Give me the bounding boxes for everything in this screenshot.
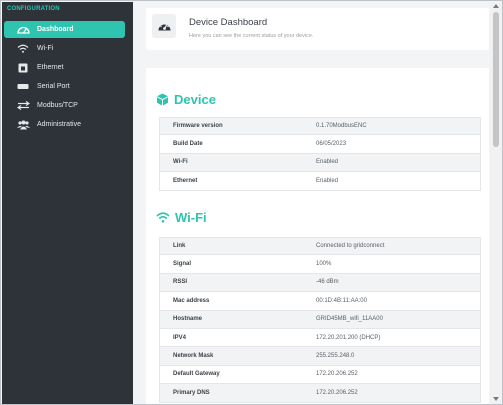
row-key: Hostname — [173, 316, 203, 323]
users-icon — [16, 120, 30, 130]
sidebar-item-wifi[interactable]: Wi-Fi — [4, 40, 125, 57]
table-row: Hostname GRID45MB_wifi_11AA00 — [159, 310, 481, 329]
row-key: Firmware version — [173, 123, 223, 130]
row-key: IPV4 — [173, 334, 187, 341]
row-key: Default Gateway — [173, 371, 220, 378]
table-row: Signal 100% — [159, 255, 481, 274]
device-section-title: Device — [156, 92, 216, 107]
dashboard-icon — [16, 25, 30, 35]
scroll-thumb[interactable] — [493, 12, 499, 147]
row-key: Ethernet — [173, 177, 198, 184]
sidebar-heading: CONFIGURATION — [7, 6, 60, 12]
table-row: Default Gateway 172.20.206.252 — [159, 365, 481, 385]
row-value: 255.255.248.0 — [316, 353, 355, 360]
page-subtitle: Here you can see the current status of y… — [189, 33, 314, 39]
speedometer-icon — [152, 14, 176, 38]
vertical-scrollbar[interactable] — [490, 2, 502, 404]
app-window: CONFIGURATION Dashboard Wi-Fi Ethernet S… — [0, 0, 503, 405]
table-row: Ethernet Enabled — [159, 172, 481, 191]
table-row: RSSI -46 dBm — [159, 273, 481, 293]
sidebar-item-ethernet[interactable]: Ethernet — [4, 59, 125, 76]
row-value: 100% — [316, 261, 332, 268]
sidebar-item-label: Ethernet — [37, 64, 64, 71]
sidebar-item-serial-port[interactable]: Serial Port — [4, 78, 125, 95]
ethernet-icon — [16, 63, 30, 73]
sidebar-item-label: Dashboard — [37, 26, 74, 33]
page-header: Device Dashboard Here you can see the cu… — [146, 8, 489, 50]
modbus-arrows-icon — [16, 101, 30, 111]
wifi-icon — [156, 212, 170, 223]
table-row: Mac address 00:1D:4B:11:AA:00 — [159, 292, 481, 311]
table-row: Firmware version 0.1.70ModbusENC — [159, 117, 481, 136]
sidebar-item-modbus-tcp[interactable]: Modbus/TCP — [4, 97, 125, 114]
row-key: Network Mask — [173, 353, 214, 360]
table-row: Primary DNS 172.20.206.252 — [159, 384, 481, 403]
row-key: Wi-Fi — [173, 159, 188, 166]
sidebar-item-dashboard[interactable]: Dashboard — [4, 21, 125, 38]
wifi-info-table: Link Connected to gridconnect Signal 100… — [159, 237, 481, 403]
row-value: -46 dBm — [316, 279, 339, 286]
row-value: Connected to gridconnect — [316, 243, 385, 250]
row-value: 00:1D:4B:11:AA:00 — [316, 297, 367, 304]
row-key: Primary DNS — [173, 389, 210, 396]
row-key: Mac address — [173, 297, 210, 304]
serial-port-icon — [16, 82, 30, 92]
row-key: RSSI — [173, 279, 188, 286]
row-value: 06/05/2023 — [316, 141, 347, 148]
row-value: 172.20.201.200 (DHCP) — [316, 334, 381, 341]
row-value: GRID45MB_wifi_11AA00 — [316, 316, 383, 323]
row-key: Link — [173, 243, 186, 250]
sidebar: CONFIGURATION Dashboard Wi-Fi Ethernet S… — [2, 2, 133, 404]
scroll-down-arrow-icon[interactable] — [493, 397, 499, 401]
row-value: Enabled — [316, 159, 339, 166]
sidebar-item-label: Modbus/TCP — [37, 102, 78, 109]
table-row: Wi-Fi Enabled — [159, 153, 481, 173]
table-row: Build Date 06/05/2023 — [159, 135, 481, 154]
page-title: Device Dashboard — [189, 17, 268, 28]
device-info-table: Firmware version 0.1.70ModbusENC Build D… — [159, 117, 481, 191]
wifi-icon — [16, 44, 30, 54]
sidebar-item-label: Serial Port — [37, 83, 70, 90]
sidebar-item-administrative[interactable]: Administrative — [4, 116, 125, 133]
row-key: Build Date — [173, 141, 203, 148]
table-row: Link Connected to gridconnect — [159, 237, 481, 256]
row-value: Enabled — [316, 177, 339, 184]
scroll-up-arrow-icon[interactable] — [493, 4, 499, 8]
wifi-section-title: Wi-Fi — [156, 210, 207, 225]
table-row: IPV4 172.20.201.200 (DHCP) — [159, 328, 481, 348]
section-title-text: Device — [174, 92, 216, 107]
main-content: Device Dashboard Here you can see the cu… — [133, 2, 490, 404]
status-card: Device Firmware version 0.1.70ModbusENC … — [146, 68, 489, 404]
table-row: Network Mask 255.255.248.0 — [159, 347, 481, 366]
row-value: 0.1.70ModbusENC — [316, 123, 367, 130]
row-value: 172.20.206.252 — [316, 389, 358, 396]
row-key: Signal — [173, 261, 192, 268]
sidebar-item-label: Wi-Fi — [37, 45, 54, 52]
row-value: 172.20.206.252 — [316, 371, 358, 378]
section-title-text: Wi-Fi — [175, 210, 207, 225]
sidebar-item-label: Administrative — [37, 121, 81, 128]
cube-icon — [157, 93, 168, 106]
